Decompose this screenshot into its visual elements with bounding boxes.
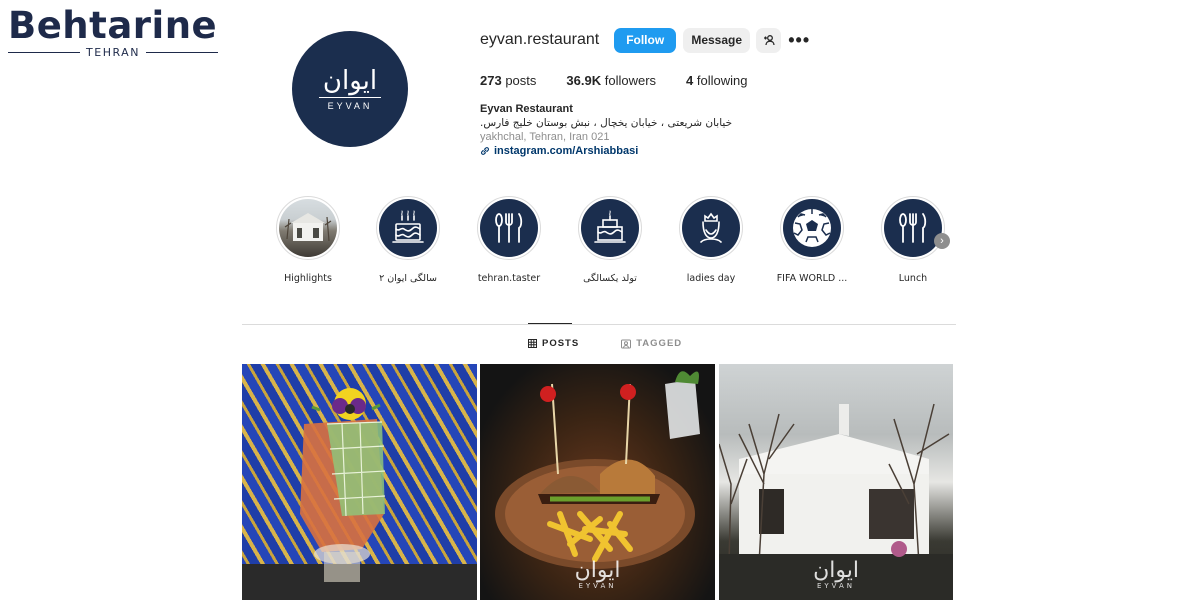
lady-icon (682, 199, 740, 257)
soccer-ball-icon (783, 199, 841, 257)
post-watermark: ایوان EYVAN (813, 558, 859, 591)
username: eyvan.restaurant (480, 31, 600, 48)
message-button[interactable]: Message (683, 27, 751, 53)
cutlery-icon (884, 199, 942, 257)
post-thumbnail[interactable]: ایوان EYVAN (480, 364, 715, 600)
building-photo-thumbnail (279, 199, 337, 257)
following-stat[interactable]: 4 following (686, 73, 747, 88)
bio-address: خیابان شریعتی ، خیابان یخچال ، نبش بوستا… (480, 117, 733, 129)
follow-button[interactable]: Follow (614, 27, 677, 53)
cake-icon (581, 199, 639, 257)
avatar-logo-en: EYVAN (327, 101, 373, 111)
profile-tabs: POSTS TAGGED (528, 338, 682, 349)
cake-icon (379, 199, 437, 257)
bio-location: yakhchal, Tehran, Iran 021 (480, 131, 610, 143)
behtarine-watermark-logo: Behtarine TEHRAN (8, 6, 218, 66)
highlight-item[interactable]: FIFA WORLD ... (762, 196, 862, 284)
post-thumbnail[interactable]: ایوان EYVAN (719, 364, 953, 600)
brand-sub: TEHRAN (86, 46, 140, 59)
highlight-item[interactable]: ladies day (661, 196, 761, 284)
brand-word: Behtarine (8, 4, 218, 47)
highlight-item[interactable]: ۲ سالگی ایوان (358, 196, 458, 284)
post-thumbnail[interactable] (242, 364, 477, 600)
tabs-divider (242, 324, 956, 325)
more-options-icon[interactable]: ••• (788, 28, 809, 53)
highlight-item[interactable]: tehran.taster (459, 196, 559, 284)
active-tab-indicator (528, 323, 572, 324)
suggested-users-button[interactable] (756, 27, 782, 53)
profile-stats: 273 posts 36.9K followers 4 following (480, 73, 747, 88)
posts-stat: 273 posts (480, 73, 537, 88)
avatar-logo-ar: ایوان (318, 67, 382, 98)
post-watermark: ایوان EYVAN (574, 558, 621, 591)
story-highlights: Highlights ۲ سالگی ایوان tehran.taster ت… (276, 196, 956, 286)
link-icon (481, 147, 489, 155)
chevron-right-icon[interactable]: › (934, 233, 950, 249)
tab-posts[interactable]: POSTS (528, 338, 579, 349)
cocktail-image (242, 388, 477, 600)
profile-avatar[interactable]: ایوان EYVAN (292, 31, 408, 147)
tab-tagged[interactable]: TAGGED (621, 338, 682, 349)
grid-icon (528, 339, 537, 348)
highlight-item[interactable]: تولد یکسالگی (560, 196, 660, 284)
profile-bio: Eyvan Restaurant خیابان شریعتی ، خیابان … (480, 102, 780, 158)
bio-link[interactable]: instagram.com/Arshiabbasi (480, 144, 780, 158)
profile-header: eyvan.restaurant Follow Message ••• (480, 27, 809, 53)
followers-stat[interactable]: 36.9K followers (566, 73, 656, 88)
tag-user-icon (621, 339, 632, 348)
highlight-item[interactable]: Highlights (258, 196, 358, 284)
add-user-icon (763, 35, 775, 46)
bio-name: Eyvan Restaurant (480, 103, 573, 115)
cutlery-icon (480, 199, 538, 257)
